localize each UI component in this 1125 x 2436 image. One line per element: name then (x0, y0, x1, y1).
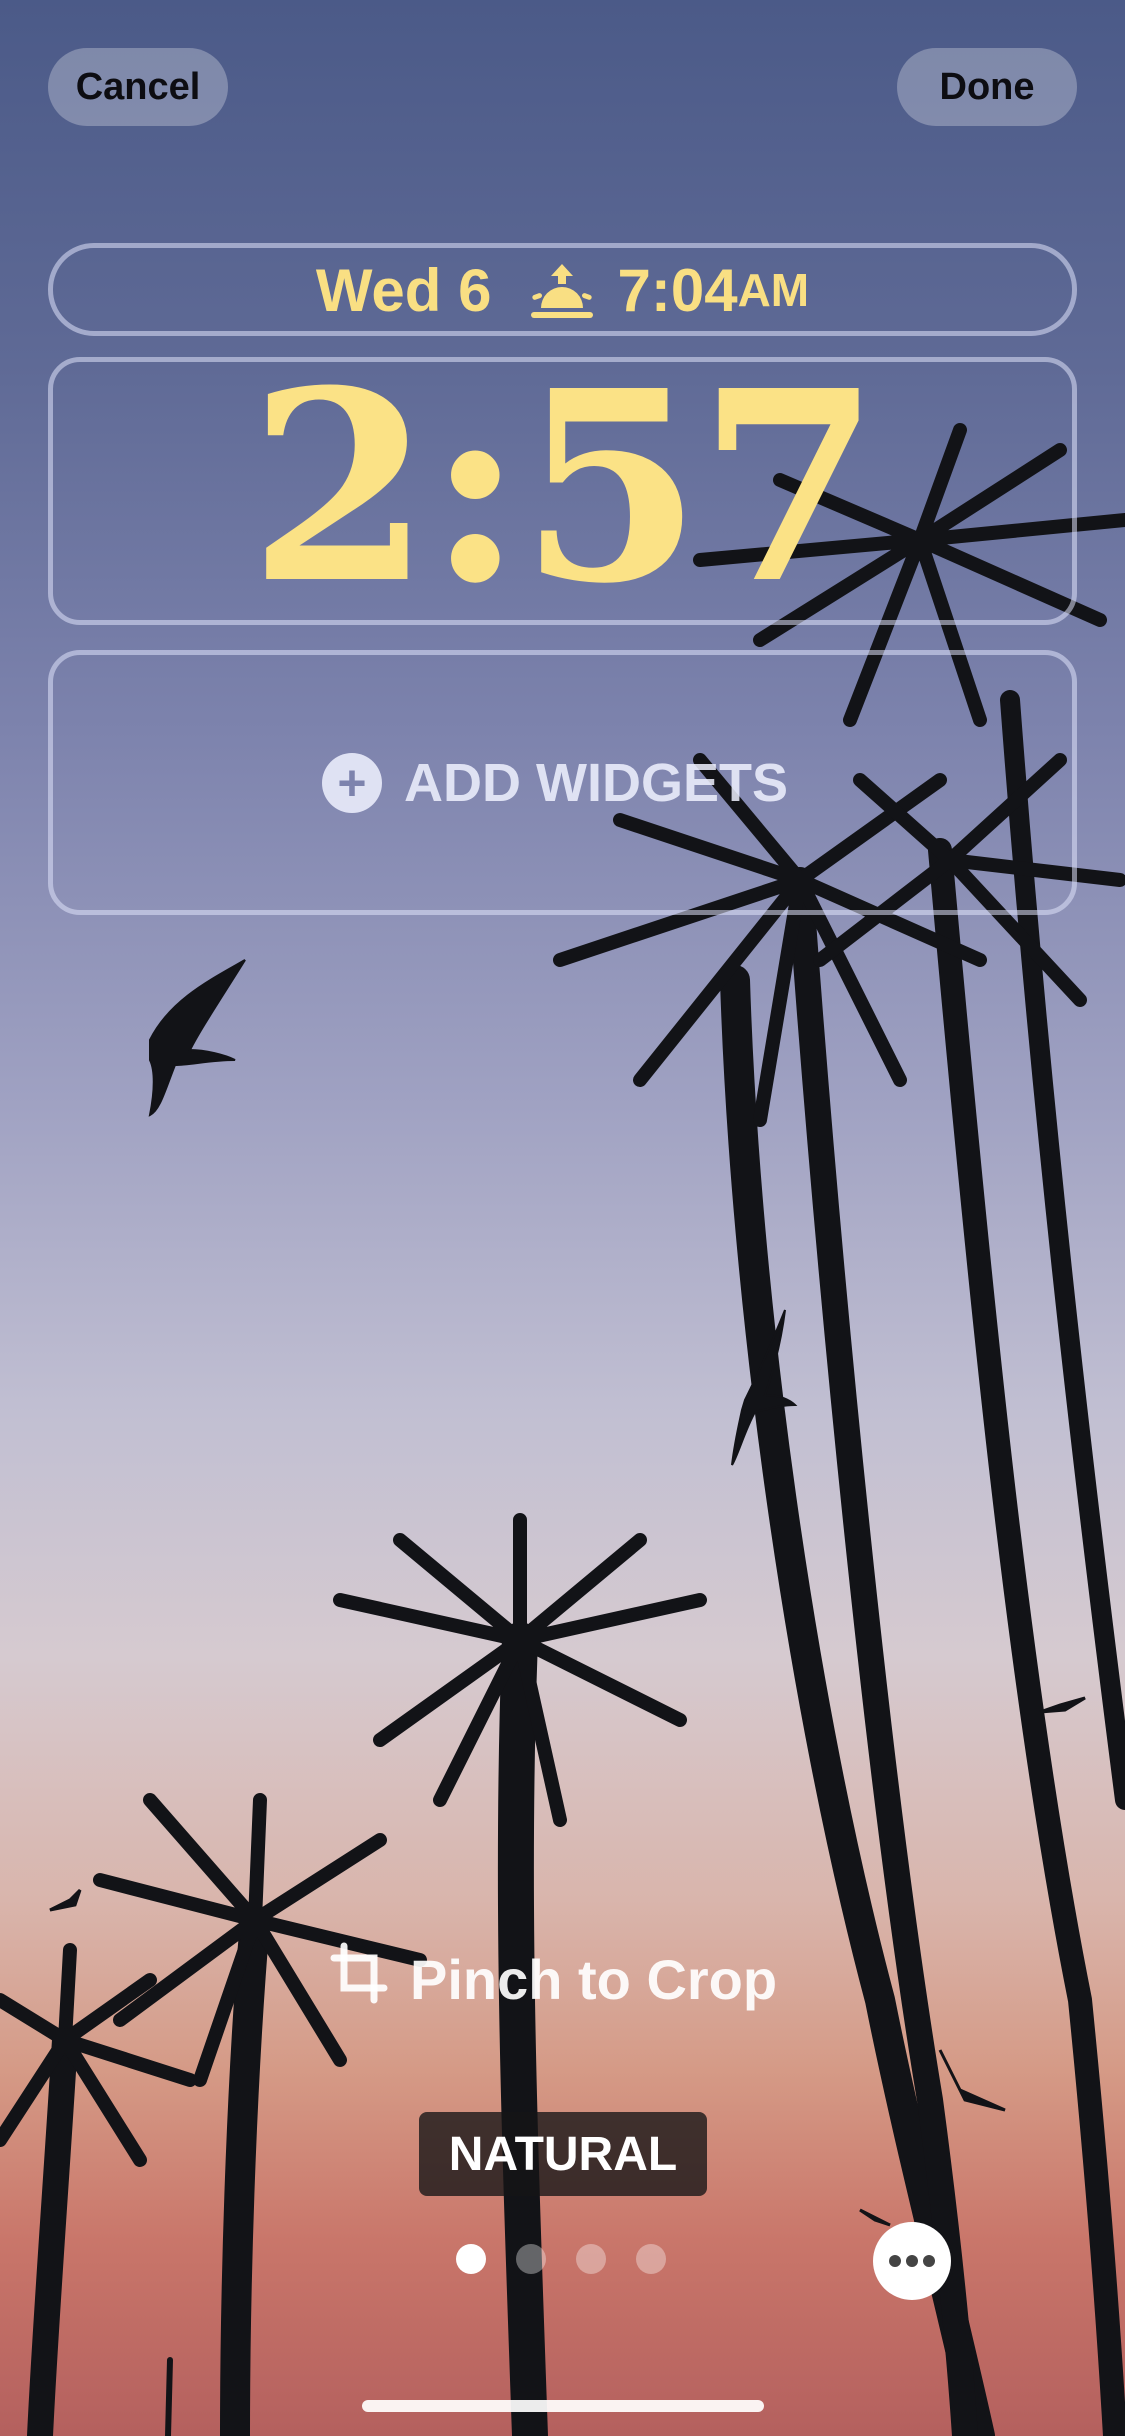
page-dot[interactable] (576, 2244, 606, 2274)
filter-label: NATURAL (419, 2112, 707, 2196)
plus-circle-icon: + (322, 753, 382, 813)
page-dot[interactable] (456, 2244, 486, 2274)
sunrise-time: 7:04 (617, 256, 738, 324)
done-button[interactable]: Done (897, 48, 1077, 126)
sunrise-ampm: AM (737, 264, 810, 316)
page-dot[interactable] (636, 2244, 666, 2274)
date-row[interactable]: Wed 6 7:04 AM (48, 250, 1077, 330)
page-dot[interactable] (516, 2244, 546, 2274)
crop-icon (330, 1942, 410, 2017)
clock-time: 2:57 (248, 333, 881, 641)
crop-hint: Pinch to Crop (330, 1942, 777, 2017)
cancel-button[interactable]: Cancel (48, 48, 228, 126)
date-label: Wed 6 (315, 256, 492, 324)
crop-hint-text: Pinch to Crop (410, 1948, 778, 2011)
add-widgets-button[interactable]: + ADD WIDGETS (322, 752, 788, 814)
add-widgets-label: ADD WIDGETS (404, 753, 788, 813)
sunrise-icon (529, 260, 595, 320)
ellipsis-icon[interactable] (873, 2222, 951, 2300)
page-indicator[interactable] (456, 2244, 666, 2274)
home-indicator[interactable] (362, 2400, 764, 2412)
